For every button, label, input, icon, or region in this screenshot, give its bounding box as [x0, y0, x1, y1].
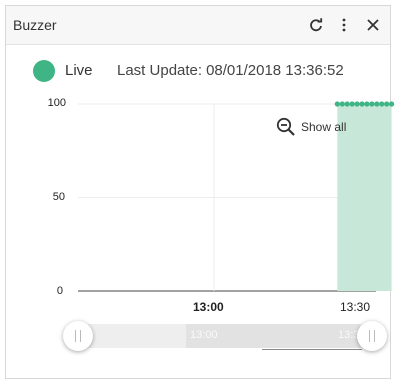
data-point [344, 101, 350, 107]
data-point [374, 101, 380, 107]
y-tick-label: 100 [47, 97, 66, 109]
slider-handle-right[interactable] [357, 321, 387, 351]
show-all-label: Show all [301, 120, 347, 134]
data-point [334, 101, 340, 107]
y-tick-label: 50 [52, 191, 65, 203]
data-point [389, 101, 395, 107]
data-point [349, 101, 355, 107]
show-all-button[interactable]: Show all [276, 116, 346, 138]
data-point [369, 101, 375, 107]
slider-underline [262, 349, 362, 350]
data-point [384, 101, 390, 107]
slider-handle-left[interactable] [63, 321, 93, 351]
x-tick-label: 13:30 [340, 300, 371, 314]
data-point [379, 101, 385, 107]
zoom-out-icon [276, 117, 295, 136]
data-point [339, 101, 345, 107]
y-tick-label: 0 [56, 285, 63, 297]
data-point [364, 101, 370, 107]
data-point [354, 101, 360, 107]
data-point [359, 101, 365, 107]
slider-range-start-label: 13:00 [190, 329, 218, 341]
x-tick-label: 13:00 [193, 300, 224, 314]
